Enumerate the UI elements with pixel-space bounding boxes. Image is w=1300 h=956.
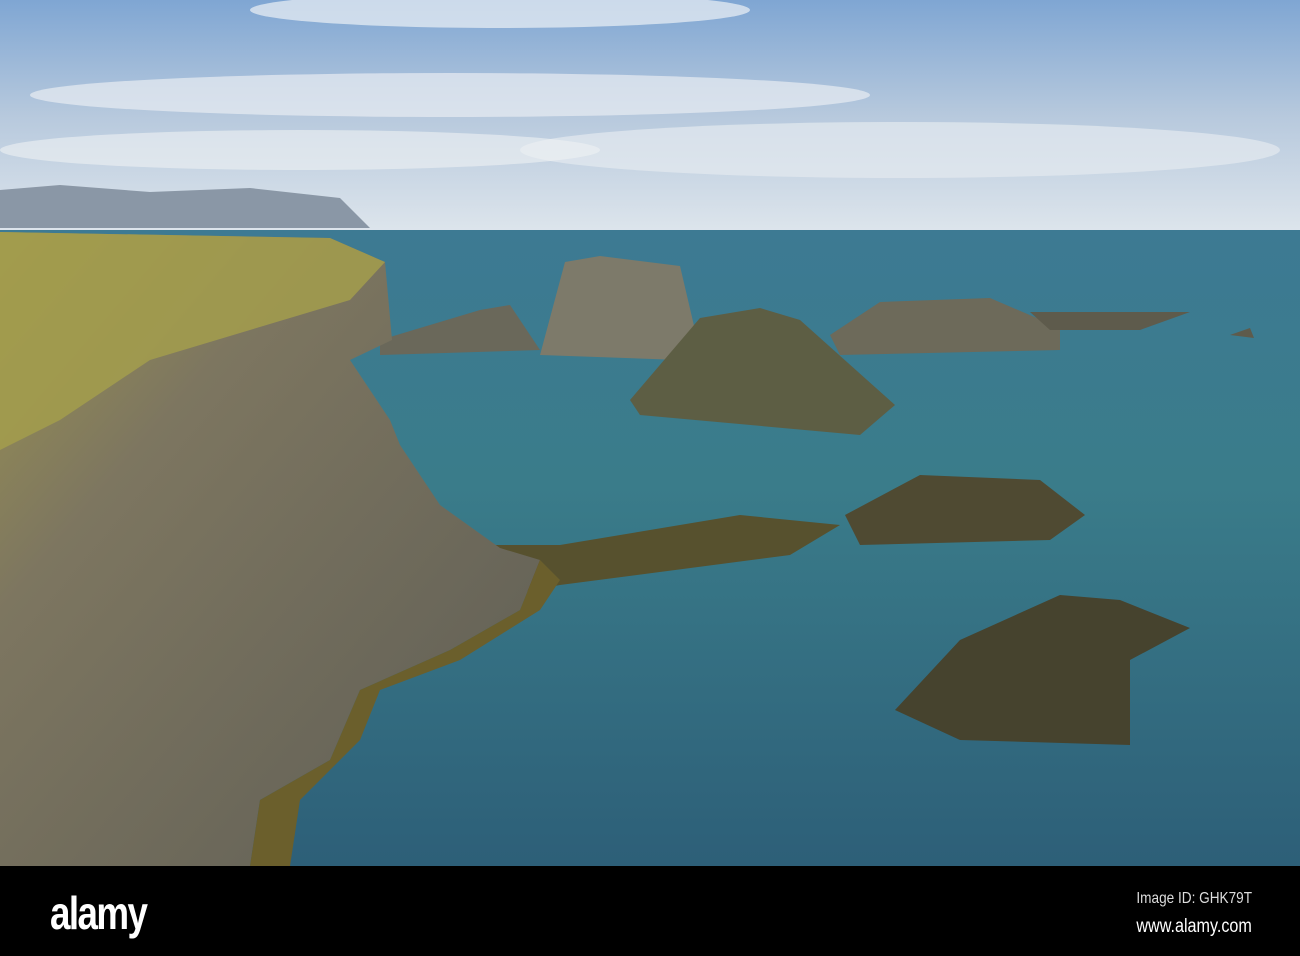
alamy-logo[interactable]: alamy (50, 886, 148, 940)
coastal-landscape-photo (0, 0, 1300, 866)
watermark-footer: alamy Image ID: GHK79T www.alamy.com (0, 866, 1300, 956)
image-id: Image ID: GHK79T (1136, 890, 1252, 907)
site-url[interactable]: www.alamy.com (1137, 916, 1252, 938)
